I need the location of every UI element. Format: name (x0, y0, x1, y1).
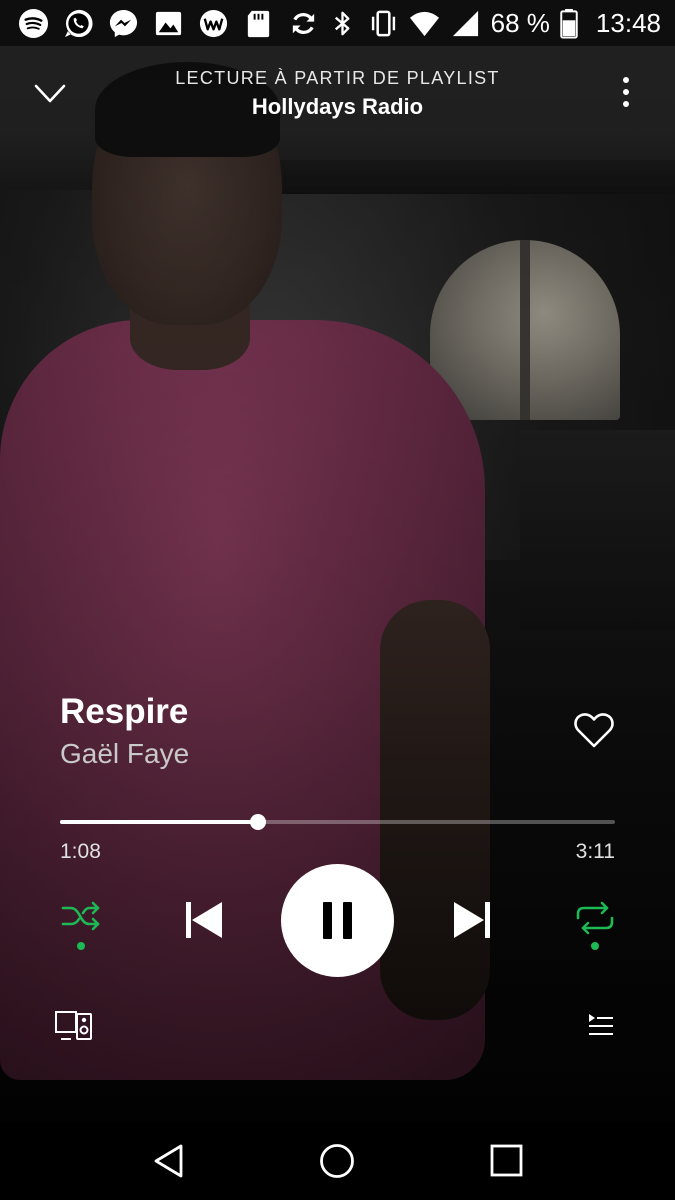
skip-next-icon (454, 902, 490, 938)
play-pause-button[interactable] (281, 864, 394, 977)
progress-fill (60, 820, 258, 824)
heart-icon (574, 713, 614, 748)
notification-icons (0, 8, 319, 39)
vibrate-icon (368, 8, 399, 39)
track-title[interactable]: Respire (60, 692, 188, 732)
queue-icon (589, 1014, 613, 1035)
nav-recents-icon (490, 1144, 523, 1177)
sync-icon (288, 8, 319, 39)
elapsed-time: 1:08 (60, 840, 101, 863)
wifi-icon (409, 8, 440, 39)
track-artist[interactable]: Gaël Faye (60, 738, 189, 770)
shuffle-icon (61, 901, 100, 931)
nav-recents-button[interactable] (486, 1140, 528, 1182)
skip-previous-icon (186, 902, 222, 938)
nav-back-icon (154, 1144, 183, 1178)
signal-icon (450, 8, 481, 39)
now-playing-screen: 68 % 13:48 LECTURE À PARTIR DE PLAYLIST … (0, 0, 675, 1200)
like-button[interactable] (572, 708, 616, 752)
repeat-icon (576, 901, 614, 935)
spotify-icon (18, 8, 49, 39)
clock: 13:48 (595, 7, 661, 38)
more-vertical-icon (623, 77, 629, 107)
next-track-button[interactable] (450, 897, 496, 943)
messenger-icon (108, 8, 139, 39)
nav-back-button[interactable] (148, 1140, 190, 1182)
nav-home-button[interactable] (316, 1140, 358, 1182)
system-navigation-bar (0, 1122, 675, 1200)
playlist-name[interactable]: Hollydays Radio (0, 94, 675, 120)
queue-button[interactable] (585, 1010, 617, 1042)
connect-devices-button[interactable] (53, 1008, 95, 1044)
system-icons: 68 % 13:48 (327, 8, 675, 39)
devices-icon (55, 1011, 92, 1040)
total-time: 3:11 (575, 840, 615, 863)
more-options-button[interactable] (612, 72, 640, 112)
playing-from-label: LECTURE À PARTIR DE PLAYLIST (175, 68, 500, 88)
previous-track-button[interactable] (180, 897, 226, 943)
browser-icon (198, 8, 229, 39)
gallery-icon (153, 8, 184, 39)
repeat-active-indicator (591, 942, 599, 950)
pause-icon (323, 902, 352, 939)
bluetooth-icon (327, 8, 358, 39)
whatsapp-icon (63, 8, 94, 39)
progress-bar[interactable] (60, 814, 615, 830)
battery-icon (560, 8, 578, 39)
status-bar: 68 % 13:48 (0, 0, 675, 46)
battery-percentage: 68 % (490, 7, 550, 38)
shuffle-button[interactable] (58, 898, 104, 954)
shuffle-active-indicator (77, 942, 85, 950)
player-header: LECTURE À PARTIR DE PLAYLIST Hollydays R… (0, 46, 675, 136)
progress-handle[interactable] (249, 814, 266, 830)
repeat-button[interactable] (572, 898, 618, 954)
sd-card-icon (243, 8, 274, 39)
nav-home-icon (320, 1144, 354, 1178)
